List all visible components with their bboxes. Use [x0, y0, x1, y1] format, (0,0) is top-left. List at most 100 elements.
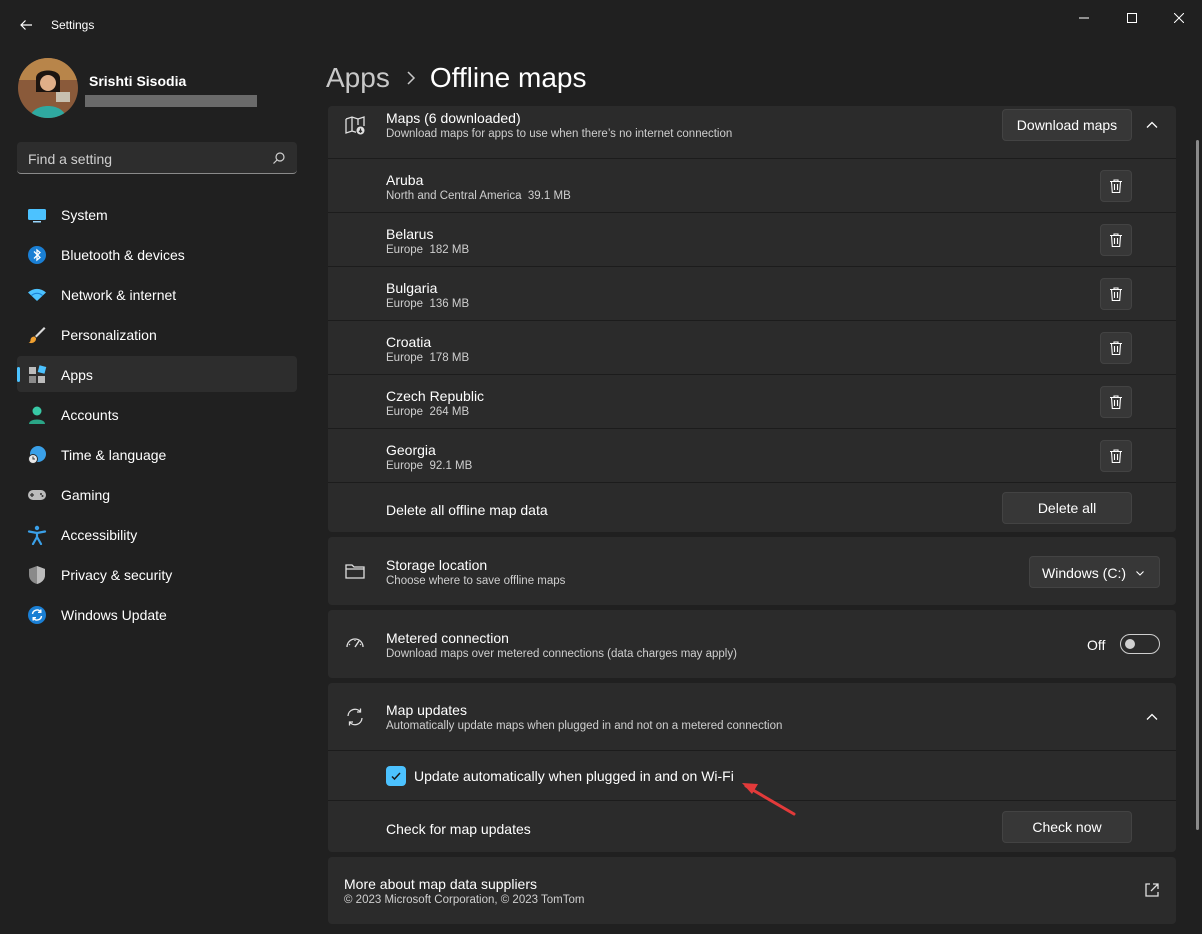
metered-connection-toggle[interactable]: [1120, 634, 1160, 654]
sidebar-item-gaming[interactable]: Gaming: [17, 476, 297, 512]
map-size: 178 MB: [429, 352, 470, 364]
chevron-up-icon[interactable]: [1145, 118, 1159, 132]
map-updates-card: Map updates Automatically update maps wh…: [328, 683, 1176, 852]
sidebar-item-time-language[interactable]: Time & language: [17, 436, 297, 472]
breadcrumb: Apps Offline maps: [326, 58, 587, 98]
map-size: 39.1 MB: [527, 190, 571, 202]
window-title: Settings: [51, 18, 95, 32]
sync-icon: [347, 708, 363, 726]
sidebar-item-accessibility[interactable]: Accessibility: [17, 516, 297, 552]
trash-icon: [1110, 395, 1122, 410]
map-suppliers-card[interactable]: More about map data suppliers © 2023 Mic…: [328, 857, 1176, 924]
map-details: Europe 178 MB: [386, 352, 469, 364]
storage-selected-value: Windows (C:): [1042, 565, 1127, 581]
close-icon: [1174, 13, 1184, 23]
chevron-down-icon: [1136, 571, 1144, 576]
map-name: Croatia: [386, 334, 432, 350]
delete-map-button[interactable]: [1100, 440, 1132, 472]
maximize-button[interactable]: [1117, 8, 1147, 28]
trash-icon: [1110, 179, 1122, 194]
sidebar-item-personalization[interactable]: Personalization: [17, 316, 297, 352]
sidebar-item-label: System: [61, 207, 108, 223]
metered-title: Metered connection: [386, 630, 509, 646]
title-bar: Settings: [0, 0, 1202, 50]
map-size: 182 MB: [429, 244, 470, 256]
map-region: Europe: [386, 460, 424, 472]
minimize-button[interactable]: [1069, 8, 1099, 28]
map-region: Europe: [386, 406, 424, 418]
delete-all-text: Delete all offline map data: [386, 502, 548, 518]
sidebar-item-system[interactable]: System: [17, 196, 297, 232]
map-details: Europe 136 MB: [386, 298, 469, 310]
sidebar-item-label: Accessibility: [61, 527, 138, 543]
sidebar-nav: System Bluetooth & devices Network & int…: [17, 196, 297, 636]
auto-update-checkbox[interactable]: [386, 766, 406, 786]
update-icon: [28, 606, 46, 624]
globe-clock-icon: [28, 446, 46, 464]
chevron-up-icon[interactable]: [1145, 710, 1159, 724]
maximize-icon: [1127, 13, 1137, 23]
system-icon: [28, 209, 46, 223]
delete-all-button[interactable]: Delete all: [1002, 492, 1132, 524]
accessibility-icon: [27, 525, 47, 545]
breadcrumb-parent[interactable]: Apps: [326, 62, 390, 94]
close-button[interactable]: [1164, 8, 1194, 28]
avatar[interactable]: [18, 58, 78, 118]
list-item: Georgia Europe 92.1 MB: [328, 428, 1176, 481]
map-details: Europe 182 MB: [386, 244, 469, 256]
delete-map-button[interactable]: [1100, 386, 1132, 418]
delete-map-button[interactable]: [1100, 332, 1132, 364]
map-name: Aruba: [386, 172, 424, 188]
delete-map-button[interactable]: [1100, 278, 1132, 310]
map-region: Europe: [386, 298, 424, 310]
sidebar-item-network[interactable]: Network & internet: [17, 276, 297, 312]
map-size: 264 MB: [429, 406, 470, 418]
back-arrow-icon: [20, 20, 32, 30]
map-name: Georgia: [386, 442, 436, 458]
maps-subtitle: Download maps for apps to use when there…: [386, 128, 733, 140]
sidebar-item-label: Bluetooth & devices: [61, 247, 185, 263]
check-now-button[interactable]: Check now: [1002, 811, 1132, 843]
gauge-icon: [346, 638, 364, 648]
storage-subtitle: Choose where to save offline maps: [386, 575, 566, 587]
trash-icon: [1110, 449, 1122, 464]
list-item: Bulgaria Europe 136 MB: [328, 266, 1176, 319]
download-maps-button[interactable]: Download maps: [1002, 109, 1132, 141]
suppliers-title: More about map data suppliers: [344, 876, 537, 892]
sidebar-item-apps[interactable]: Apps: [17, 356, 297, 392]
map-name: Czech Republic: [386, 388, 485, 404]
minimize-icon: [1079, 17, 1089, 19]
search-input[interactable]: Find a setting: [28, 151, 112, 167]
toggle-knob: [1125, 639, 1135, 649]
delete-map-button[interactable]: [1100, 170, 1132, 202]
sidebar-item-privacy[interactable]: Privacy & security: [17, 556, 297, 592]
auto-update-label[interactable]: Update automatically when plugged in and…: [414, 768, 734, 784]
search-icon[interactable]: [272, 151, 286, 165]
user-email-redacted: [85, 95, 257, 107]
sidebar-item-windows-update[interactable]: Windows Update: [17, 596, 297, 632]
checkmark-icon: [391, 772, 401, 781]
back-button[interactable]: [14, 13, 38, 37]
delete-map-button[interactable]: [1100, 224, 1132, 256]
map-details: Europe 264 MB: [386, 406, 469, 418]
scrollbar[interactable]: [1196, 140, 1199, 830]
list-item: Croatia Europe 178 MB: [328, 320, 1176, 373]
user-photo-icon: [18, 58, 78, 118]
map-download-icon: [345, 116, 365, 135]
apps-icon: [29, 365, 47, 383]
map-details: Europe 92.1 MB: [386, 460, 472, 472]
trash-icon: [1110, 233, 1122, 248]
delete-all-row: Delete all offline map data Delete all: [328, 482, 1176, 532]
external-link-icon[interactable]: [1144, 882, 1160, 898]
search-box[interactable]: Find a setting: [17, 142, 297, 174]
storage-location-select[interactable]: Windows (C:): [1029, 556, 1160, 588]
sidebar-item-accounts[interactable]: Accounts: [17, 396, 297, 432]
map-size: 92.1 MB: [429, 460, 473, 472]
map-region: Europe: [386, 352, 424, 364]
trash-icon: [1110, 341, 1122, 356]
map-region: North and Central America: [386, 190, 522, 202]
map-size: 136 MB: [429, 298, 470, 310]
metered-subtitle: Download maps over metered connections (…: [386, 648, 737, 660]
sidebar-item-bluetooth[interactable]: Bluetooth & devices: [17, 236, 297, 272]
maps-card: Maps (6 downloaded) Download maps for ap…: [328, 106, 1176, 532]
